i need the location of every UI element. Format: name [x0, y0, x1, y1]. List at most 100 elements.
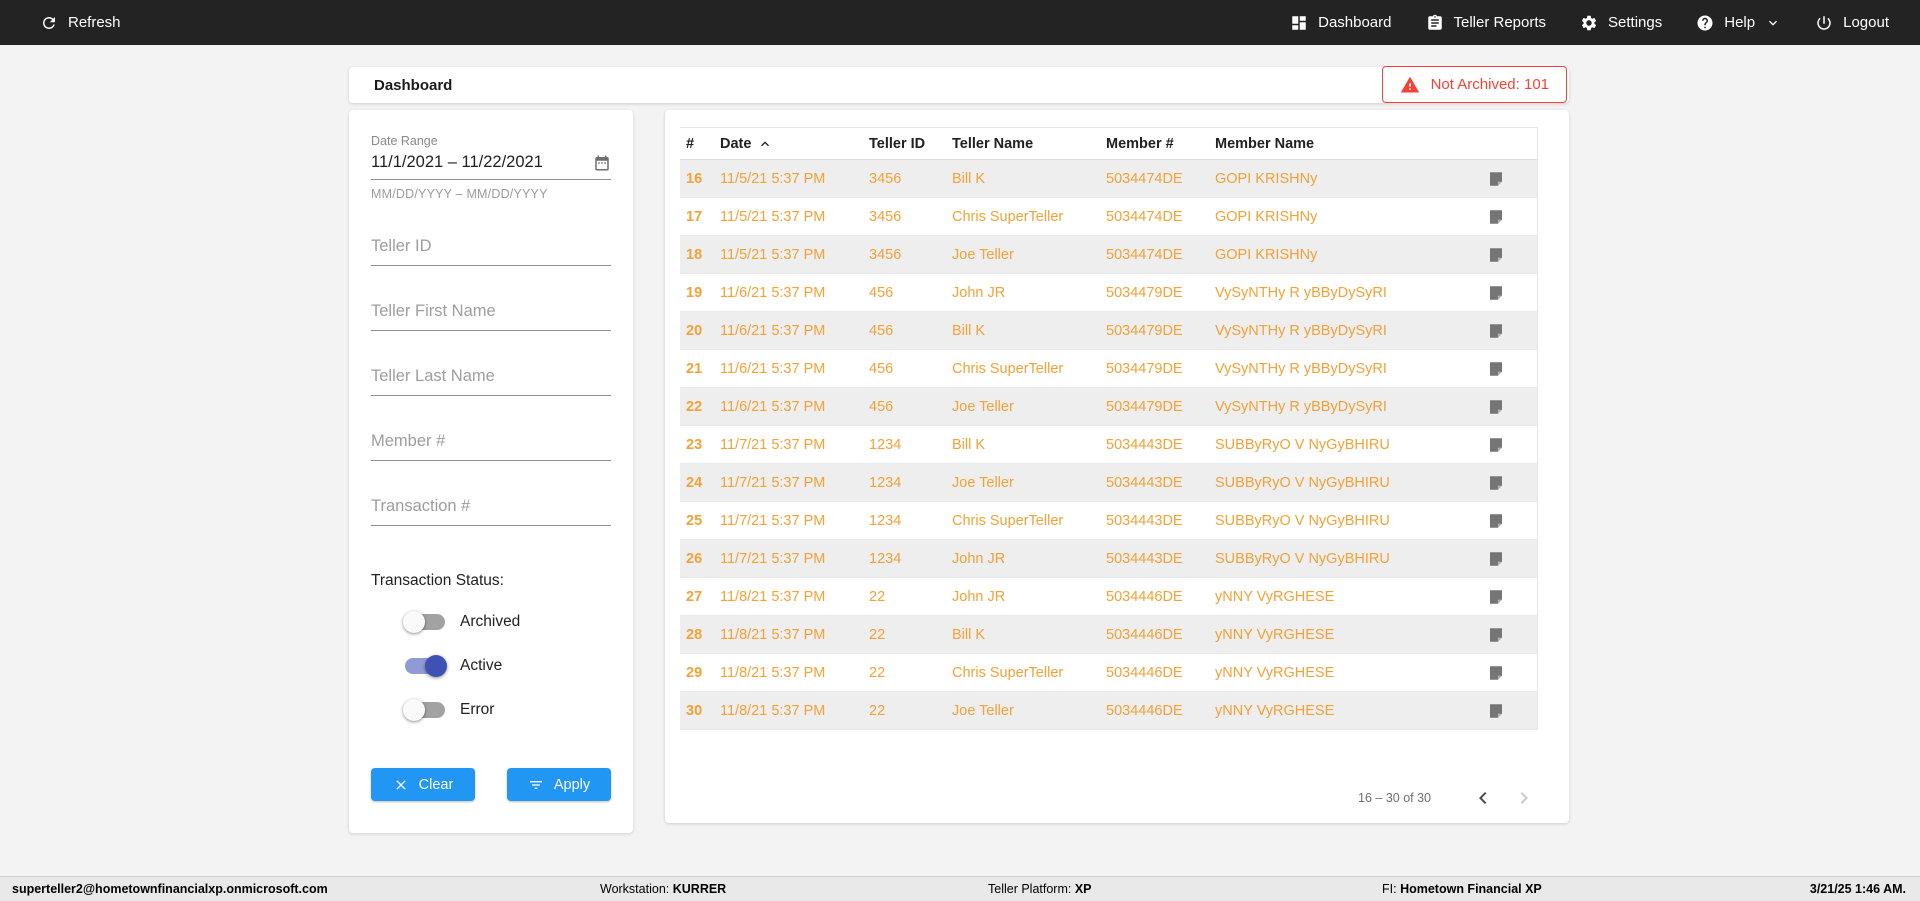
table-row[interactable]: 30 11/8/21 5:37 PM 22 Joe Teller 5034446DE yN…	[680, 692, 1537, 730]
cell-date: 11/7/21 5:37 PM	[720, 512, 826, 529]
cell-member-num: 5034474DE	[1106, 170, 1183, 187]
top-navbar: Refresh Dashboard Teller Reports Setting…	[0, 0, 1920, 45]
note-icon[interactable]	[1487, 208, 1505, 226]
logout-icon	[1815, 14, 1833, 32]
apply-button[interactable]: Apply	[507, 768, 611, 801]
column-header-teller-id[interactable]: Teller ID	[869, 136, 952, 152]
cell-date: 11/8/21 5:37 PM	[720, 626, 826, 643]
cell-date: 11/6/21 5:37 PM	[720, 284, 826, 301]
table-row[interactable]: 22 11/6/21 5:37 PM 456 Joe Teller 5034479DE V…	[680, 388, 1537, 426]
nav-item-settings[interactable]: Settings	[1580, 14, 1662, 32]
cell-teller-name: Chris SuperTeller	[952, 512, 1064, 529]
table-row[interactable]: 26 11/7/21 5:37 PM 1234 John JR 5034443DE SUB…	[680, 540, 1537, 578]
table-row[interactable]: 24 11/7/21 5:37 PM 1234 Joe Teller 5034443DE…	[680, 464, 1537, 502]
cell-member-num: 5034474DE	[1106, 208, 1183, 225]
teller-first-name-field-wrap	[371, 298, 611, 331]
note-icon[interactable]	[1487, 588, 1505, 606]
teller-id-input[interactable]	[371, 233, 611, 266]
cell-teller-id: 1234	[869, 474, 902, 491]
note-icon[interactable]	[1487, 474, 1505, 492]
error-toggle-thumb	[403, 699, 425, 721]
cell-member-name: yNNY VyRGHESE	[1215, 626, 1335, 643]
table-row[interactable]: 18 11/5/21 5:37 PM 3456 Joe Teller 5034474DE…	[680, 236, 1537, 274]
next-page-button[interactable]	[1512, 786, 1536, 810]
transactions-table: # Date Teller ID Teller Name Member # Me…	[680, 127, 1538, 730]
table-row[interactable]: 27 11/8/21 5:37 PM 22 John JR 5034446DE yNNY …	[680, 578, 1537, 616]
column-header-date[interactable]: Date	[720, 136, 869, 152]
date-range-field[interactable]: 11/1/2021 – 11/22/2021	[371, 153, 611, 180]
column-header-num[interactable]: #	[686, 136, 720, 152]
not-archived-badge[interactable]: Not Archived: 101	[1381, 66, 1567, 103]
cell-date: 11/6/21 5:37 PM	[720, 360, 826, 377]
column-header-num-label: #	[686, 135, 695, 152]
date-range-value: 11/1/2021 – 11/22/2021	[371, 153, 543, 171]
note-icon[interactable]	[1487, 246, 1505, 264]
table-row[interactable]: 19 11/6/21 5:37 PM 456 John JR 5034479DE VySy…	[680, 274, 1537, 312]
previous-page-button[interactable]	[1471, 786, 1495, 810]
table-row[interactable]: 17 11/5/21 5:37 PM 3456 Chris SuperTeller 50…	[680, 198, 1537, 236]
active-toggle[interactable]	[405, 655, 447, 677]
table-row[interactable]: 23 11/7/21 5:37 PM 1234 Bill K 5034443DE SUBB…	[680, 426, 1537, 464]
toggle-row-error: Error	[403, 698, 611, 722]
column-header-member-num[interactable]: Member #	[1106, 136, 1215, 152]
table-row[interactable]: 21 11/6/21 5:37 PM 456 Chris SuperTeller 503…	[680, 350, 1537, 388]
cell-teller-id: 22	[869, 702, 886, 719]
member-number-input[interactable]	[371, 428, 611, 461]
table-row[interactable]: 25 11/7/21 5:37 PM 1234 Chris SuperTeller 50…	[680, 502, 1537, 540]
cell-teller-id: 22	[869, 626, 886, 643]
table-row[interactable]: 29 11/8/21 5:37 PM 22 Chris SuperTeller 5034…	[680, 654, 1537, 692]
error-toggle[interactable]	[403, 699, 445, 721]
help-icon	[1696, 14, 1714, 32]
nav-item-logout[interactable]: Logout	[1815, 14, 1889, 32]
teller-first-name-input[interactable]	[371, 298, 611, 331]
note-icon[interactable]	[1487, 702, 1505, 720]
note-icon[interactable]	[1487, 398, 1505, 416]
table-row[interactable]: 16 11/5/21 5:37 PM 3456 Bill K 5034474DE GOPI…	[680, 160, 1537, 198]
cell-member-name: GOPI KRISHNy	[1215, 170, 1318, 187]
note-icon[interactable]	[1487, 436, 1505, 454]
nav-item-dashboard[interactable]: Dashboard	[1290, 14, 1392, 32]
cell-teller-id: 1234	[869, 550, 902, 567]
cell-num: 27	[686, 588, 703, 605]
cell-teller-name: Joe Teller	[952, 398, 1014, 415]
cell-num: 17	[686, 208, 703, 225]
note-icon[interactable]	[1487, 322, 1505, 340]
cell-member-num: 5034446DE	[1106, 588, 1183, 605]
archived-toggle[interactable]	[403, 611, 445, 633]
nav-item-teller-reports[interactable]: Teller Reports	[1426, 14, 1547, 32]
column-header-teller-id-label: Teller ID	[869, 135, 926, 152]
column-header-member-name[interactable]: Member Name	[1215, 136, 1487, 152]
note-icon[interactable]	[1487, 512, 1505, 530]
nav-label-dashboard: Dashboard	[1318, 14, 1392, 31]
clear-button[interactable]: Clear	[371, 768, 475, 801]
cell-member-num: 5034446DE	[1106, 626, 1183, 643]
filter-icon	[528, 777, 544, 793]
column-header-teller-name[interactable]: Teller Name	[952, 136, 1106, 152]
table-row[interactable]: 28 11/8/21 5:37 PM 22 Bill K 5034446DE yNNY V…	[680, 616, 1537, 654]
calendar-icon[interactable]	[593, 154, 611, 172]
teller-platform-value: XP	[1074, 882, 1092, 896]
cell-member-name: SUBByRyO V NyGyBHIRU	[1215, 436, 1390, 453]
cell-teller-id: 3456	[869, 246, 902, 263]
transaction-number-input[interactable]	[371, 493, 611, 526]
status-bar: superteller2@hometownfinancialxp.onmicro…	[0, 876, 1920, 901]
cell-member-name: VySyNTHy R yBByDySyRI	[1215, 284, 1387, 301]
note-icon[interactable]	[1487, 626, 1505, 644]
cell-num: 28	[686, 626, 703, 643]
note-icon[interactable]	[1487, 360, 1505, 378]
refresh-button[interactable]: Refresh	[40, 14, 121, 32]
note-icon[interactable]	[1487, 664, 1505, 682]
nav-label-teller-reports: Teller Reports	[1453, 14, 1547, 31]
cell-date: 11/5/21 5:37 PM	[720, 170, 826, 187]
teller-last-name-input[interactable]	[371, 363, 611, 396]
cell-teller-id: 22	[869, 664, 886, 681]
note-icon[interactable]	[1487, 284, 1505, 302]
active-toggle-label: Active	[460, 657, 503, 674]
note-icon[interactable]	[1487, 550, 1505, 568]
table-row[interactable]: 20 11/6/21 5:37 PM 456 Bill K 5034479DE VySyN…	[680, 312, 1537, 350]
nav-item-help[interactable]: Help	[1696, 14, 1781, 32]
cell-member-name: GOPI KRISHNy	[1215, 246, 1318, 263]
cell-member-name: SUBByRyO V NyGyBHIRU	[1215, 550, 1390, 567]
note-icon[interactable]	[1487, 170, 1505, 188]
cell-member-name: yNNY VyRGHESE	[1215, 702, 1335, 719]
